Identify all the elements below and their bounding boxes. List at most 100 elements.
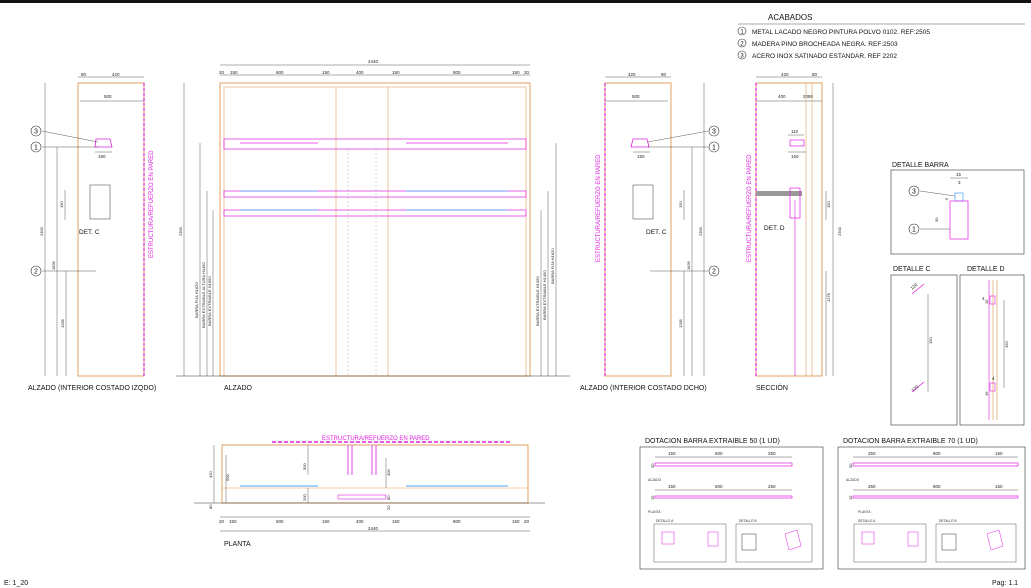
plan-dim-b3: 600 bbox=[276, 519, 284, 524]
plan-dim-300: 300 bbox=[302, 463, 307, 470]
plan-dim-80b: 80 bbox=[386, 495, 391, 500]
d50-dim-3: 250 bbox=[768, 451, 776, 456]
front-total-width: 2440 bbox=[368, 59, 379, 64]
sec-wall-structure-label: ESTRUCTURA/REFUERZO EN PARED bbox=[747, 154, 753, 262]
sec-dim-400: 400 bbox=[778, 94, 786, 99]
detail-c-title: DETALLE C bbox=[893, 266, 931, 273]
d70-dim-5: 800 bbox=[933, 484, 941, 489]
d50-dim-2: 600 bbox=[715, 451, 723, 456]
left-elevation: ESTRUCTURA/REFUERZO EN PARED 80 420 500 … bbox=[28, 72, 156, 392]
detail-barra: DETALLE BARRA 15 3 5 30 3 1 bbox=[890, 162, 1025, 255]
plan-title: PLANTA bbox=[224, 541, 251, 548]
c-dim-150: 150 bbox=[928, 337, 933, 344]
plan-dim-b7: 800 bbox=[453, 519, 461, 524]
sec-dim-1278: 1278 bbox=[826, 292, 831, 302]
barra-dim-15: 15 bbox=[956, 172, 962, 177]
finish-1-text: METAL LACADO NEGRO PINTURA POLVO 0102. R… bbox=[752, 29, 930, 36]
plan-dim-400: 400 bbox=[386, 469, 391, 476]
front-dim-t6: 150 bbox=[392, 70, 400, 75]
d70-dim-4: 250 bbox=[868, 484, 876, 489]
right-wall-structure-label: ESTRUCTURA/REFUERZO EN PARED bbox=[596, 154, 602, 262]
plan-dim-b8: 150 bbox=[512, 519, 520, 524]
plan-wall-structure-label: ESTRUCTURA/REFUERZO EN PARED bbox=[322, 436, 430, 442]
d50-h2: 15 bbox=[650, 495, 655, 500]
d70-planta: PLANTA bbox=[858, 510, 871, 514]
plan-dim-20: 20 bbox=[386, 505, 391, 510]
d50-alzado: ALZADO bbox=[648, 478, 662, 482]
finishes-title: ACABADOS bbox=[768, 13, 812, 22]
finish-3-text: ACERO INOX SATINADO ESTANDAR. REF 2202 bbox=[752, 53, 897, 60]
d50-dim-5: 600 bbox=[715, 484, 723, 489]
finishes-legend: ACABADOS 1 METAL LACADO NEGRO PINTURA PO… bbox=[737, 13, 1025, 60]
right-dim-150v: 150 bbox=[678, 201, 683, 208]
finish-2-text: MADERA PINO BROCHEADA NEGRA. REF:2503 bbox=[752, 41, 898, 48]
d70-det-b: DETALLE B bbox=[939, 519, 957, 523]
left-dim-500: 500 bbox=[104, 94, 112, 99]
d-dim-16b: 16 bbox=[984, 391, 989, 396]
d50-det-a: DETALLE A bbox=[656, 519, 674, 523]
left-det-c-label: DET. C bbox=[79, 229, 100, 236]
left-dim-height: 2300 bbox=[39, 226, 44, 236]
front-barra-fija-r: BARRA FIJA H1820 bbox=[550, 248, 555, 284]
left-callout-3: 3 bbox=[34, 129, 38, 136]
plan-dim-b4: 150 bbox=[322, 519, 330, 524]
d70-h1: 30 bbox=[848, 463, 853, 468]
c-dim-120b: 120 bbox=[910, 384, 919, 393]
left-dim-1835: 1835 bbox=[51, 260, 56, 270]
right-dim-height: 2300 bbox=[698, 226, 703, 236]
d50-dim-1: 150 bbox=[668, 451, 676, 456]
d70-dim-2: 800 bbox=[933, 451, 941, 456]
plan-dim-420: 420 bbox=[208, 471, 213, 478]
right-elevation: 420 80 500 ESTRUCTURA/REFUERZO EN PARED … bbox=[580, 72, 720, 392]
front-dim-t4: 150 bbox=[322, 70, 330, 75]
barra-dim-3: 3 bbox=[958, 180, 961, 185]
barra-dim-30: 30 bbox=[934, 217, 939, 222]
front-dim-t5: 400 bbox=[356, 70, 364, 75]
right-callout-2: 2 bbox=[712, 269, 716, 276]
front-barra-ext: BARRA EXTRAIBLE H1050 bbox=[207, 276, 212, 326]
barra-callout-1: 1 bbox=[912, 227, 916, 234]
right-dim-420: 420 bbox=[628, 72, 636, 77]
d70-dim-6: 150 bbox=[995, 484, 1003, 489]
left-callout-2: 2 bbox=[34, 269, 38, 276]
front-dim-t2: 150 bbox=[230, 70, 238, 75]
right-callout-3: 3 bbox=[712, 129, 716, 136]
plan-dim-b2: 150 bbox=[229, 519, 237, 524]
plan-dim-80: 80 bbox=[208, 504, 213, 509]
left-dim-150v: 150 bbox=[59, 201, 64, 208]
right-callout-1: 1 bbox=[712, 145, 716, 152]
plan-dim-b5: 400 bbox=[356, 519, 364, 524]
sec-dim-150v: 150 bbox=[826, 201, 831, 208]
front-dim-t1: 20 bbox=[219, 70, 225, 75]
barra-dim-5: 5 bbox=[944, 197, 949, 200]
sec-dim-height: 2300 bbox=[837, 226, 842, 236]
section-view: 420 80 400 2080 ESTRUCTURA/REFUERZO EN P… bbox=[747, 72, 842, 392]
d50-h1: 30 bbox=[650, 463, 655, 468]
sec-dim-80: 80 bbox=[812, 72, 818, 77]
front-dim-height: 2300 bbox=[178, 226, 183, 236]
dotacion-70: DOTACION BARRA EXTRAIBLE 70 (1 UD) 250 8… bbox=[837, 438, 1026, 570]
sec-dim-420: 420 bbox=[781, 72, 789, 77]
section-title: SECCIÓN bbox=[756, 383, 788, 392]
right-elevation-title: ALZADO (INTERIOR COSTADO DCHO) bbox=[580, 385, 707, 392]
right-dim-500: 500 bbox=[632, 94, 640, 99]
detail-c-d: DETALLE C DETALLE D 120 150 120 4 16 150… bbox=[890, 266, 1025, 426]
drawing-sheet: ACABADOS 1 METAL LACADO NEGRO PINTURA PO… bbox=[0, 0, 1031, 587]
front-dim-t8: 150 bbox=[512, 70, 520, 75]
dotacion-70-title: DOTACION BARRA EXTRAIBLE 70 (1 UD) bbox=[843, 438, 978, 445]
d70-h2: 15 bbox=[848, 495, 853, 500]
right-dim-150: 150 bbox=[637, 154, 645, 159]
left-wall-structure-label: ESTRUCTURA/REFUERZO EN PARED bbox=[149, 150, 155, 258]
sec-dim-110: 110 bbox=[791, 129, 799, 134]
front-barra-ext-r1: BARRA EXTRAIBLE H1050 bbox=[535, 276, 540, 326]
d70-det-a: DETALLE A bbox=[858, 519, 876, 523]
plan-view: ESTRUCTURA/REFUERZO EN PARED 420 80 500 … bbox=[194, 436, 545, 548]
d70-dim-1: 250 bbox=[868, 451, 876, 456]
d50-det-b: DETALLE B bbox=[739, 519, 757, 523]
detail-d-title: DETALLE D bbox=[967, 266, 1005, 273]
front-elevation: 2440 20 150 600 150 400 150 800 150 20 2… bbox=[176, 59, 570, 392]
page-label: Pag: 1.1 bbox=[992, 580, 1018, 587]
d70-dim-3: 150 bbox=[995, 451, 1003, 456]
sec-det-d-label: DET. D bbox=[764, 225, 785, 232]
right-det-c-label: DET. C bbox=[646, 229, 667, 236]
